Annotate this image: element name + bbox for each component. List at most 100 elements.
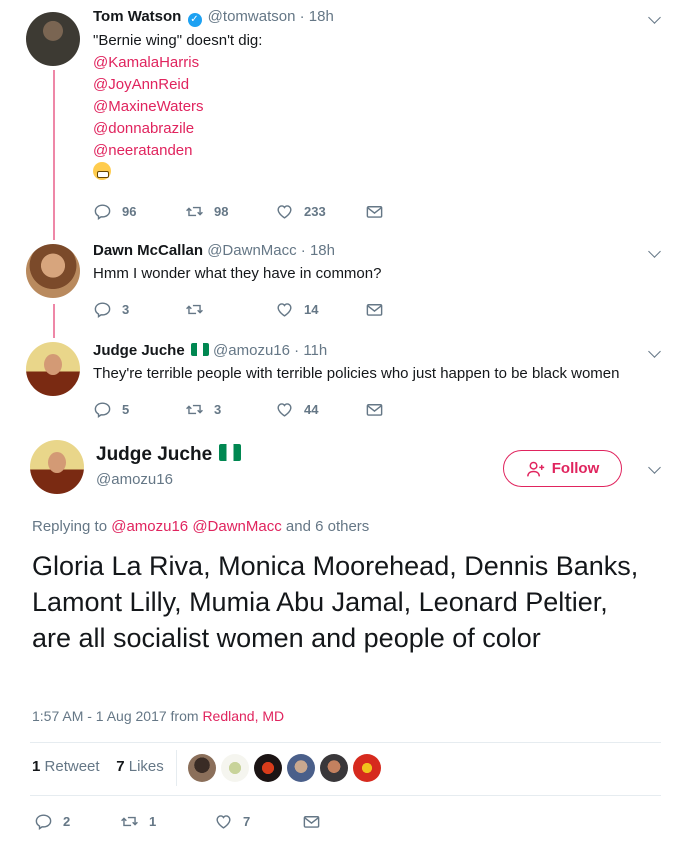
reply-count: 96 [122,203,137,219]
heart-icon [216,814,231,829]
reply-count: 2 [63,813,71,829]
envelope-icon [366,303,383,316]
tweet-header: Tom Watson ✓ @tomwatson · 18h [93,8,334,27]
author-handle[interactable]: @DawnMacc [207,242,296,259]
author-name[interactable]: Judge Juche [96,444,212,465]
tweet-dawn-mccallan[interactable]: Dawn McCallan @DawnMacc · 18h Hmm I wond… [0,242,688,326]
tweet-tom-watson[interactable]: Tom Watson ✓ @tomwatson · 18h "Bernie wi… [0,8,688,228]
reply-count: 3 [122,301,130,317]
dm-button[interactable] [365,298,384,320]
author-handle[interactable]: @amozu16 [96,471,173,488]
like-button[interactable]: 7 [214,810,250,832]
chevron-down-icon[interactable] [648,347,660,359]
retweet-button[interactable]: 3 [185,398,221,420]
like-count: 233 [304,203,326,219]
liker-avatars [188,754,381,782]
author-name[interactable]: Tom Watson [93,8,181,25]
dm-button[interactable] [302,810,321,832]
reply-icon [94,203,111,220]
location-link[interactable]: Redland, MD [202,708,284,724]
timestamp[interactable]: 18h [309,8,334,25]
like-count: 14 [304,301,319,317]
separator-dot: · [300,242,306,259]
avatar[interactable] [287,754,315,782]
reply-button[interactable]: 96 [93,200,136,222]
reply-button[interactable]: 5 [93,398,129,420]
mention-link[interactable]: @donnabrazile [93,118,262,140]
avatar[interactable] [26,342,80,396]
timestamp[interactable]: 11h [303,342,327,359]
nigeria-flag-icon [190,343,209,356]
retweet-button[interactable]: 1 [120,810,156,832]
separator-dot: · [294,342,300,359]
divider [176,750,177,786]
mention-link[interactable]: @MaxineWaters [93,96,262,118]
dm-button[interactable] [365,398,384,420]
tweet-stats: 1 Retweet 7 Likes [32,758,164,775]
mention-link[interactable]: @KamalaHarris [93,52,262,74]
main-author-name[interactable]: Judge Juche [96,444,242,466]
like-button[interactable]: 233 [275,200,326,222]
author-handle[interactable]: @tomwatson [208,8,296,25]
author-handle[interactable]: @amozu16 [213,342,290,359]
tweet-judge-juche[interactable]: Judge Juche @amozu16 · 11h They're terri… [0,342,688,426]
retweet-count: 1 [149,813,157,829]
heart-icon [277,402,292,417]
retweet-button[interactable] [185,298,214,320]
replying-handles[interactable]: @amozu16 @DawnMacc [111,518,282,535]
like-button[interactable]: 14 [275,298,318,320]
retweet-count: 98 [214,203,229,219]
like-count: 7 [243,813,251,829]
follow-label: Follow [551,460,600,477]
like-button[interactable]: 44 [275,398,318,420]
like-stat[interactable]: 7 Likes [116,758,164,775]
tweet-text: "Bernie wing" doesn't dig: @KamalaHarris… [93,30,262,184]
chevron-down-icon[interactable] [648,13,660,25]
tweet-text: They're terrible people with terrible po… [93,365,620,382]
replying-prefix: Replying to [32,518,108,535]
author-name[interactable]: Dawn McCallan [93,242,203,259]
reply-icon [35,813,52,830]
reply-button[interactable]: 2 [34,810,70,832]
avatar[interactable] [221,754,249,782]
reply-icon [94,401,111,418]
replying-suffix[interactable]: and 6 others [286,518,369,535]
reply-button[interactable]: 3 [93,298,129,320]
mention-link[interactable]: @neeratanden [93,140,262,162]
replying-to: Replying to @amozu16 @DawnMacc and 6 oth… [32,518,369,535]
envelope-icon [366,403,383,416]
divider [30,795,661,796]
verified-badge-icon: ✓ [187,13,202,27]
add-user-icon [526,461,544,476]
reply-icon [94,301,111,318]
follow-button[interactable]: Follow [503,450,622,487]
divider [30,742,661,743]
tweet-meta: 1:57 AM - 1 Aug 2017 from Redland, MD [32,708,284,724]
avatar[interactable] [26,12,80,66]
avatar[interactable] [254,754,282,782]
envelope-icon [366,205,383,218]
retweet-icon [121,816,138,826]
nigeria-flag-icon [219,444,242,461]
dm-button[interactable] [365,200,384,222]
timestamp[interactable]: 18h [310,242,335,259]
avatar[interactable] [30,440,84,494]
mention-link[interactable]: @JoyAnnReid [93,74,262,96]
tweet-timestamp[interactable]: 1:57 AM - 1 Aug 2017 from [32,708,199,724]
chevron-down-icon[interactable] [648,247,660,259]
heart-icon [277,204,292,219]
tweet-header: Judge Juche @amozu16 · 11h [93,342,327,359]
retweet-stat[interactable]: 1 Retweet [32,758,100,775]
avatar[interactable] [26,244,80,298]
chevron-down-icon[interactable] [648,463,660,475]
tweet-header: Dawn McCallan @DawnMacc · 18h [93,242,335,259]
reply-count: 5 [122,401,130,417]
avatar[interactable] [188,754,216,782]
avatar[interactable] [353,754,381,782]
avatar[interactable] [320,754,348,782]
retweet-button[interactable]: 98 [185,200,228,222]
author-name[interactable]: Judge Juche [93,342,185,359]
heart-icon [277,302,292,317]
tweet-text: Hmm I wonder what they have in common? [93,265,382,282]
like-count: 44 [304,401,319,417]
